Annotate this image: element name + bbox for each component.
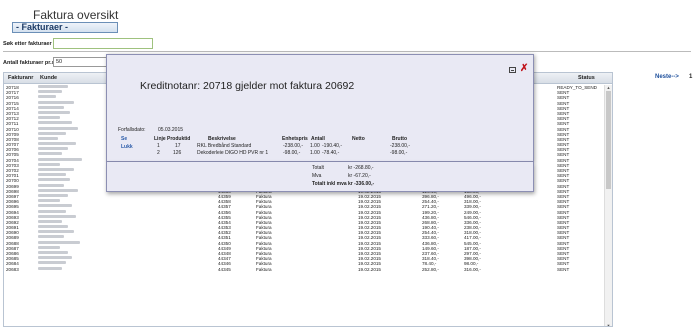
total-inkl-row: Totalt inkl mva kr -336.00,- bbox=[312, 181, 512, 187]
table-row[interactable]: 20683 44345 Faktura 19.02.2015 252.80,- 316.0… bbox=[4, 266, 612, 272]
divider bbox=[3, 51, 691, 52]
cell-status: SENT bbox=[557, 266, 570, 272]
ml-brutto: -98.00,- bbox=[390, 150, 408, 156]
mh-linje: Linje bbox=[154, 136, 166, 142]
ml-netto: -78.40,- bbox=[322, 150, 340, 156]
scrollbar[interactable]: ▲ ▼ bbox=[604, 85, 612, 326]
ml-beskrivelse: RKL Bredbånd Standard bbox=[197, 143, 252, 149]
due-date-value: 05.03.2015 bbox=[158, 127, 184, 133]
header-fakturanr[interactable]: Fakturanr bbox=[8, 75, 33, 81]
search-input[interactable] bbox=[53, 38, 153, 49]
modal-table-header: Linje Produktid Beskrivelse Enhetspris A… bbox=[107, 136, 535, 142]
next-page-link[interactable]: Neste--> bbox=[655, 74, 679, 80]
mva-value: kr -67.20,- bbox=[348, 173, 371, 179]
ml-enhetspris: -238.00,- bbox=[283, 143, 304, 149]
cell-netto: 252.80,- bbox=[422, 266, 439, 272]
cell-fakturanr: 20683 bbox=[6, 266, 19, 272]
mh-brutto: Brutto bbox=[392, 136, 407, 142]
cell-dato: 19.02.2015 bbox=[358, 266, 381, 272]
total-label: Totalt bbox=[312, 165, 324, 171]
ml-beskrivelse: Dekoderleie DIGO HD PVR nr 1 bbox=[197, 150, 269, 156]
page-number: 1 bbox=[689, 74, 693, 80]
due-date-label: Forfallsdato: bbox=[118, 127, 146, 133]
mva-label: Mva bbox=[312, 173, 322, 179]
scroll-down-icon[interactable]: ▼ bbox=[605, 323, 612, 326]
total-inkl-label: Totalt inkl mva bbox=[312, 181, 347, 187]
ml-produktid: 126 bbox=[173, 150, 182, 156]
scroll-thumb[interactable] bbox=[606, 91, 611, 189]
cell-brutto: 316.00,- bbox=[464, 266, 481, 272]
credit-note-modal: ✗ Kreditnotanr: 20718 gjelder mot faktur… bbox=[106, 54, 534, 162]
modal-title: Kreditnotanr: 20718 gjelder mot faktura … bbox=[140, 80, 355, 92]
tab-fakturaer[interactable]: - Fakturaer - bbox=[12, 22, 118, 33]
cell-type: Faktura bbox=[256, 266, 272, 272]
modal-line-1: 1 17 RKL Bredbånd Standard -238.00,- 1.0… bbox=[107, 143, 535, 149]
cell-ordre: 44345 bbox=[218, 266, 231, 272]
perpage-input[interactable]: 50 bbox=[53, 57, 109, 67]
page-title: Faktura oversikt bbox=[33, 8, 119, 22]
ml-antall: 1.00 bbox=[310, 150, 320, 156]
ml-enhetspris: -98.00,- bbox=[283, 150, 301, 156]
mh-produktid: Produktid bbox=[167, 136, 191, 142]
close-icon[interactable]: ✗ bbox=[520, 63, 528, 74]
modal-totals: Totalt kr -268.80,- Mva kr -67.20,- Tota… bbox=[106, 162, 534, 192]
ml-brutto: -238.00,- bbox=[390, 143, 411, 149]
total-row: Totalt kr -268.80,- bbox=[312, 165, 512, 171]
ml-linje: 2 bbox=[157, 150, 160, 156]
scroll-up-icon[interactable]: ▲ bbox=[605, 85, 612, 90]
total-inkl-value: kr -336.00,- bbox=[348, 181, 375, 187]
ml-produktid: 17 bbox=[175, 143, 181, 149]
search-label: Søk etter fakturaer bbox=[3, 41, 52, 47]
mh-beskrivelse: Beskrivelse bbox=[208, 136, 236, 142]
maximize-icon[interactable] bbox=[509, 67, 516, 73]
mh-enhetspris: Enhetspris bbox=[282, 136, 308, 142]
total-value: kr -268.80,- bbox=[348, 165, 374, 171]
ml-antall: 1.00 bbox=[310, 143, 320, 149]
mh-netto: Netto bbox=[352, 136, 365, 142]
header-status[interactable]: Status bbox=[578, 75, 595, 81]
ml-netto: -190.40,- bbox=[322, 143, 343, 149]
mva-row: Mva kr -67.20,- bbox=[312, 173, 512, 179]
ml-linje: 1 bbox=[157, 143, 160, 149]
modal-line-2: 2 126 Dekoderleie DIGO HD PVR nr 1 -98.0… bbox=[107, 150, 535, 156]
mh-antall: Antall bbox=[311, 136, 325, 142]
header-kunde[interactable]: Kunde bbox=[40, 75, 57, 81]
